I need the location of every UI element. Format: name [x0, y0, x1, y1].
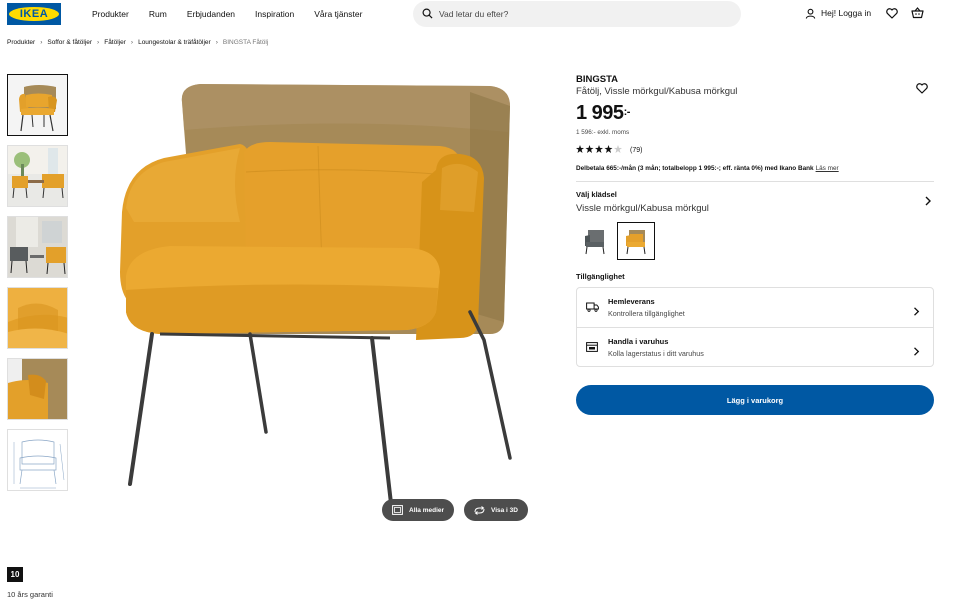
financing-text: Delbetala 665:-/mån (3 mån; totalbelopp …: [576, 165, 814, 172]
logo-text: IKEA: [19, 8, 49, 20]
store-subtitle: Kolla lagerstatus i ditt varuhus: [608, 349, 704, 358]
user-icon: [805, 8, 816, 19]
swatch-dark-yellow[interactable]: [617, 222, 655, 260]
home-delivery-title: Hemleverans: [608, 297, 655, 306]
add-to-cart-button[interactable]: Lägg i varukorg: [576, 385, 934, 415]
chevron-right-icon: [913, 343, 920, 361]
thumbnail-room-2[interactable]: [7, 216, 68, 278]
financing-info: Delbetala 665:-/mån (3 mån; totalbelopp …: [576, 165, 934, 172]
chevron-right-icon: ›: [130, 39, 134, 46]
header-actions: Hej! Logga in: [805, 7, 937, 19]
login-link[interactable]: Hej! Logga in: [805, 8, 871, 19]
home-delivery-subtitle: Kontrollera tillgänglighet: [608, 309, 685, 318]
login-label: Hej! Logga in: [821, 8, 872, 18]
chevron-right-icon: [913, 303, 920, 321]
breadcrumb-current: BINGSTA Fåtölj: [222, 39, 269, 46]
fabric-value: Vissle mörkgul/Kabusa mörkgul: [576, 203, 709, 214]
store-row[interactable]: Handla i varuhus Kolla lagerstatus i dit…: [577, 327, 933, 366]
guarantee-text: 10 års garanti: [7, 590, 53, 599]
breadcrumb-item[interactable]: Produkter: [7, 39, 35, 46]
fabric-label: Välj klädsel: [576, 190, 617, 199]
breadcrumb: Produkter › Soffor & fåtöljer › Fåtöljer › …: [7, 39, 268, 46]
price-suffix: :-: [623, 106, 631, 118]
product-main-image[interactable]: Alla medier Visa i 3D: [90, 72, 560, 527]
nav-item-rum[interactable]: Rum: [149, 9, 167, 19]
product-rating[interactable]: (79): [576, 145, 934, 155]
nav-item-inspiration[interactable]: Inspiration: [255, 9, 294, 19]
search-input[interactable]: Vad letar du efter?: [439, 9, 508, 19]
thumbnail-detail-1[interactable]: [7, 287, 68, 349]
thumbnail-dimensions[interactable]: [7, 429, 68, 491]
availability-box: Hemleverans Kontrollera tillgänglighet H…: [576, 287, 934, 367]
favourites-icon[interactable]: [886, 7, 898, 19]
rotate-3d-icon: [474, 505, 485, 515]
thumbnail-list: [7, 74, 68, 500]
nav-item-erbjudanden[interactable]: Erbjudanden: [187, 9, 235, 19]
cart-icon[interactable]: [911, 7, 924, 19]
all-media-button[interactable]: Alla medier: [382, 499, 455, 521]
price-excl-vat: 1 596:- exkl. moms: [576, 129, 630, 136]
store-title: Handla i varuhus: [608, 337, 669, 346]
truck-icon: [586, 299, 599, 317]
fabric-selector[interactable]: Vissle mörkgul/Kabusa mörkgul: [576, 196, 934, 214]
rating-count: (79): [630, 146, 643, 154]
divider: [576, 181, 934, 182]
thumbnail-front[interactable]: [7, 74, 68, 136]
product-name: BINGSTA: [576, 74, 619, 85]
fabric-swatches: [576, 222, 934, 260]
search-icon: [422, 8, 433, 19]
read-more-link[interactable]: Läs mer: [816, 165, 839, 172]
swatch-dark-grey[interactable]: [576, 222, 614, 260]
view-3d-button[interactable]: Visa i 3D: [464, 499, 528, 521]
ikea-logo[interactable]: IKEA: [7, 3, 61, 25]
nav-item-tjanster[interactable]: Våra tjänster: [314, 9, 362, 19]
price-amount: 1 995: [576, 102, 624, 124]
header: IKEA Produkter Rum Erbjudanden Inspirati…: [0, 0, 960, 30]
favourite-heart-icon[interactable]: [916, 81, 928, 99]
thumbnail-room-1[interactable]: [7, 145, 68, 207]
store-icon: [586, 339, 598, 357]
chevron-right-icon: [924, 196, 932, 209]
chevron-right-icon: ›: [215, 39, 218, 46]
product-description: Fåtölj, Vissle mörkgul/Kabusa mörkgul: [576, 86, 738, 97]
thumbnail-detail-2[interactable]: [7, 358, 68, 420]
chevron-right-icon: ›: [40, 39, 43, 46]
chevron-right-icon: ›: [97, 39, 100, 46]
guarantee-badge: 10: [7, 567, 23, 582]
breadcrumb-item[interactable]: Loungestolar & träfåtöljer: [138, 39, 211, 46]
home-delivery-row[interactable]: Hemleverans Kontrollera tillgänglighet: [577, 288, 933, 327]
product-info: BINGSTA Fåtölj, Vissle mörkgul/Kabusa mö…: [576, 74, 934, 415]
nav-item-produkter[interactable]: Produkter: [92, 9, 129, 19]
main-nav: Produkter Rum Erbjudanden Inspiration Vå…: [92, 9, 382, 19]
rating-stars: [576, 145, 622, 155]
chair-illustration: [120, 84, 512, 514]
breadcrumb-item[interactable]: Soffor & fåtöljer: [47, 39, 92, 46]
availability-label: Tillgänglighet: [576, 272, 625, 281]
product-price: 1 995:-: [576, 102, 934, 125]
search-bar[interactable]: Vad letar du efter?: [413, 1, 741, 27]
star-icon: [576, 145, 622, 153]
breadcrumb-item[interactable]: Fåtöljer: [104, 39, 126, 46]
gallery-icon: [392, 505, 403, 515]
